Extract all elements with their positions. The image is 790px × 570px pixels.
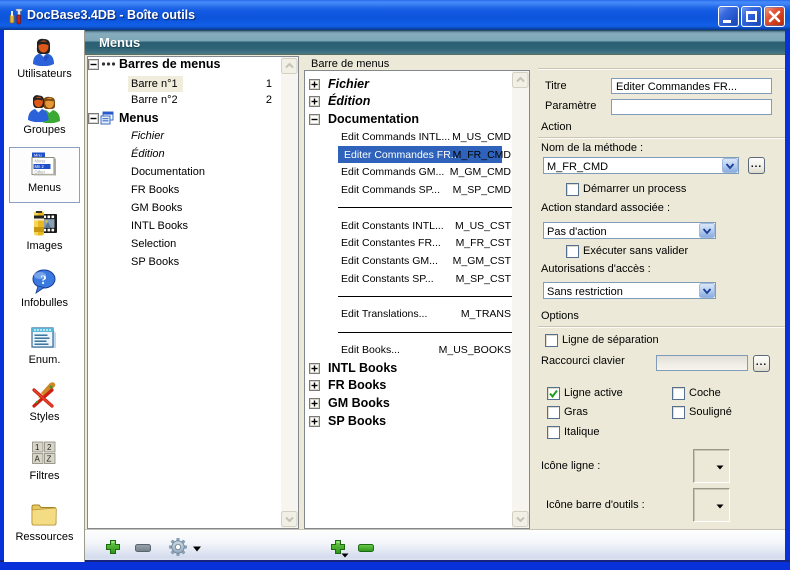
svg-text:Other: Other bbox=[35, 169, 46, 174]
svg-text:Mnu: Mnu bbox=[34, 153, 42, 158]
svg-text:?: ? bbox=[40, 272, 47, 287]
svg-text:2: 2 bbox=[47, 443, 52, 452]
svg-text:Mn 2: Mn 2 bbox=[35, 164, 45, 169]
svg-text:1: 1 bbox=[35, 443, 40, 452]
svg-text:Menu: Menu bbox=[35, 159, 46, 164]
svg-text:Z: Z bbox=[47, 455, 52, 464]
svg-text:A: A bbox=[35, 455, 41, 464]
